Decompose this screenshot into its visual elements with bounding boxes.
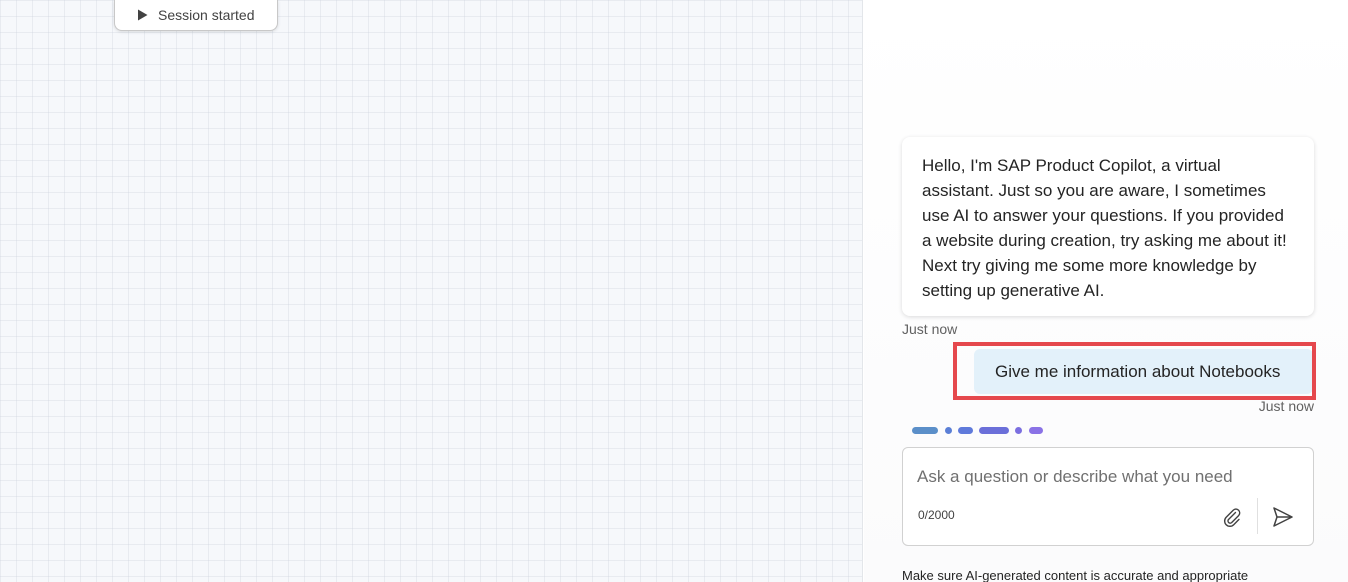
- play-icon: [135, 8, 149, 22]
- message-composer: 0/2000: [902, 447, 1314, 546]
- composer-divider: [1257, 498, 1258, 534]
- chat-panel: Hello, I'm SAP Product Copilot, a virtua…: [864, 0, 1348, 582]
- session-started-label: Session started: [158, 7, 255, 23]
- session-started-node[interactable]: Session started: [114, 0, 278, 31]
- paperclip-icon: [1223, 508, 1241, 527]
- send-button[interactable]: [1269, 503, 1297, 531]
- typing-dot: [958, 427, 973, 434]
- typing-dot: [912, 427, 938, 434]
- message-input[interactable]: [917, 465, 1297, 489]
- typing-dot: [1029, 427, 1043, 434]
- bot-message-text: Hello, I'm SAP Product Copilot, a virtua…: [922, 156, 1287, 300]
- typing-dot: [979, 427, 1009, 434]
- attach-button[interactable]: [1219, 504, 1245, 530]
- bot-message-bubble: Hello, I'm SAP Product Copilot, a virtua…: [902, 137, 1314, 316]
- user-message-timestamp: Just now: [1258, 398, 1314, 414]
- typing-indicator: [912, 427, 1052, 435]
- character-counter: 0/2000: [918, 508, 955, 522]
- typing-dot: [945, 427, 952, 434]
- send-icon: [1273, 507, 1293, 527]
- highlight-box: [953, 342, 1316, 400]
- ai-disclaimer: Make sure AI-generated content is accura…: [902, 568, 1249, 582]
- bot-message-timestamp: Just now: [902, 321, 958, 337]
- test-canvas: Session started: [0, 0, 863, 582]
- typing-dot: [1015, 427, 1022, 434]
